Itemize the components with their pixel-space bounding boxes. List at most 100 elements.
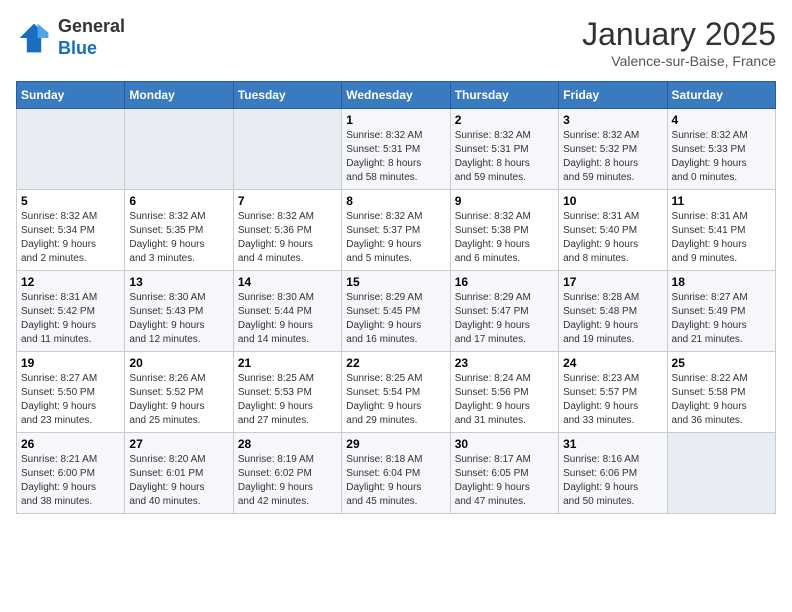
day-number: 24	[563, 356, 662, 370]
day-number: 12	[21, 275, 120, 289]
day-info: Sunrise: 8:26 AM Sunset: 5:52 PM Dayligh…	[129, 372, 228, 428]
day-info: Sunrise: 8:31 AM Sunset: 5:42 PM Dayligh…	[21, 291, 120, 347]
day-info: Sunrise: 8:27 AM Sunset: 5:50 PM Dayligh…	[21, 372, 120, 428]
day-number: 30	[455, 437, 554, 451]
calendar-week-row: 5 Sunrise: 8:32 AM Sunset: 5:34 PM Daylig…	[17, 190, 776, 271]
weekday-header: Friday	[559, 82, 667, 109]
day-info: Sunrise: 8:24 AM Sunset: 5:56 PM Dayligh…	[455, 372, 554, 428]
table-row: 16 Sunrise: 8:29 AM Sunset: 5:47 PM Dayli…	[450, 271, 558, 352]
table-row: 25 Sunrise: 8:22 AM Sunset: 5:58 PM Dayli…	[667, 352, 775, 433]
day-info: Sunrise: 8:32 AM Sunset: 5:31 PM Dayligh…	[455, 129, 554, 185]
table-row: 1Sunrise: 8:32 AM Sunset: 5:31 PM Daylig…	[342, 109, 450, 190]
day-info: Sunrise: 8:19 AM Sunset: 6:02 PM Dayligh…	[238, 453, 337, 509]
table-row	[667, 433, 775, 514]
logo: General Blue	[16, 16, 125, 59]
day-number: 8	[346, 194, 445, 208]
day-number: 28	[238, 437, 337, 451]
day-info: Sunrise: 8:31 AM Sunset: 5:41 PM Dayligh…	[672, 210, 771, 266]
day-info: Sunrise: 8:32 AM Sunset: 5:31 PM Dayligh…	[346, 129, 445, 185]
page-header: General Blue January 2025 Valence-sur-Ba…	[16, 16, 776, 69]
day-number: 6	[129, 194, 228, 208]
day-number: 16	[455, 275, 554, 289]
calendar-week-row: 26 Sunrise: 8:21 AM Sunset: 6:00 PM Dayli…	[17, 433, 776, 514]
table-row: 4 Sunrise: 8:32 AM Sunset: 5:33 PM Daylig…	[667, 109, 775, 190]
table-row: 28 Sunrise: 8:19 AM Sunset: 6:02 PM Dayli…	[233, 433, 341, 514]
day-number: 10	[563, 194, 662, 208]
day-number: 23	[455, 356, 554, 370]
day-info: Sunrise: 8:22 AM Sunset: 5:58 PM Dayligh…	[672, 372, 771, 428]
table-row: 31Sunrise: 8:16 AM Sunset: 6:06 PM Dayli…	[559, 433, 667, 514]
table-row: 10 Sunrise: 8:31 AM Sunset: 5:40 PM Dayli…	[559, 190, 667, 271]
day-info: Sunrise: 8:32 AM Sunset: 5:32 PM Dayligh…	[563, 129, 662, 185]
table-row: 11 Sunrise: 8:31 AM Sunset: 5:41 PM Dayli…	[667, 190, 775, 271]
table-row: 29 Sunrise: 8:18 AM Sunset: 6:04 PM Dayli…	[342, 433, 450, 514]
day-number: 20	[129, 356, 228, 370]
day-number: 3	[563, 113, 662, 127]
day-number: 15	[346, 275, 445, 289]
logo-icon	[16, 20, 52, 56]
day-info: Sunrise: 8:25 AM Sunset: 5:53 PM Dayligh…	[238, 372, 337, 428]
table-row: 7 Sunrise: 8:32 AM Sunset: 5:36 PM Daylig…	[233, 190, 341, 271]
day-info: Sunrise: 8:21 AM Sunset: 6:00 PM Dayligh…	[21, 453, 120, 509]
weekday-header: Sunday	[17, 82, 125, 109]
day-number: 18	[672, 275, 771, 289]
day-info: Sunrise: 8:29 AM Sunset: 5:45 PM Dayligh…	[346, 291, 445, 347]
day-number: 19	[21, 356, 120, 370]
day-number: 29	[346, 437, 445, 451]
day-number: 9	[455, 194, 554, 208]
location-subtitle: Valence-sur-Baise, France	[582, 53, 776, 69]
day-info: Sunrise: 8:25 AM Sunset: 5:54 PM Dayligh…	[346, 372, 445, 428]
day-number: 11	[672, 194, 771, 208]
weekday-header: Tuesday	[233, 82, 341, 109]
day-info: Sunrise: 8:32 AM Sunset: 5:38 PM Dayligh…	[455, 210, 554, 266]
day-number: 26	[21, 437, 120, 451]
weekday-header-row: SundayMondayTuesdayWednesdayThursdayFrid…	[17, 82, 776, 109]
day-number: 17	[563, 275, 662, 289]
day-number: 21	[238, 356, 337, 370]
day-number: 5	[21, 194, 120, 208]
day-number: 27	[129, 437, 228, 451]
day-info: Sunrise: 8:32 AM Sunset: 5:35 PM Dayligh…	[129, 210, 228, 266]
weekday-header: Monday	[125, 82, 233, 109]
table-row: 26 Sunrise: 8:21 AM Sunset: 6:00 PM Dayli…	[17, 433, 125, 514]
day-number: 25	[672, 356, 771, 370]
day-number: 7	[238, 194, 337, 208]
table-row: 6 Sunrise: 8:32 AM Sunset: 5:35 PM Daylig…	[125, 190, 233, 271]
table-row	[17, 109, 125, 190]
calendar-week-row: 1Sunrise: 8:32 AM Sunset: 5:31 PM Daylig…	[17, 109, 776, 190]
day-info: Sunrise: 8:30 AM Sunset: 5:43 PM Dayligh…	[129, 291, 228, 347]
day-info: Sunrise: 8:17 AM Sunset: 6:05 PM Dayligh…	[455, 453, 554, 509]
weekday-header: Wednesday	[342, 82, 450, 109]
table-row: 23 Sunrise: 8:24 AM Sunset: 5:56 PM Dayli…	[450, 352, 558, 433]
table-row: 5 Sunrise: 8:32 AM Sunset: 5:34 PM Daylig…	[17, 190, 125, 271]
table-row: 17 Sunrise: 8:28 AM Sunset: 5:48 PM Dayli…	[559, 271, 667, 352]
table-row: 3 Sunrise: 8:32 AM Sunset: 5:32 PM Daylig…	[559, 109, 667, 190]
calendar-table: SundayMondayTuesdayWednesdayThursdayFrid…	[16, 81, 776, 514]
day-info: Sunrise: 8:30 AM Sunset: 5:44 PM Dayligh…	[238, 291, 337, 347]
table-row: 24 Sunrise: 8:23 AM Sunset: 5:57 PM Dayli…	[559, 352, 667, 433]
day-number: 4	[672, 113, 771, 127]
table-row: 12 Sunrise: 8:31 AM Sunset: 5:42 PM Dayli…	[17, 271, 125, 352]
day-info: Sunrise: 8:29 AM Sunset: 5:47 PM Dayligh…	[455, 291, 554, 347]
day-info: Sunrise: 8:32 AM Sunset: 5:33 PM Dayligh…	[672, 129, 771, 185]
day-number: 22	[346, 356, 445, 370]
day-info: Sunrise: 8:32 AM Sunset: 5:34 PM Dayligh…	[21, 210, 120, 266]
day-info: Sunrise: 8:32 AM Sunset: 5:36 PM Dayligh…	[238, 210, 337, 266]
day-info: Sunrise: 8:28 AM Sunset: 5:48 PM Dayligh…	[563, 291, 662, 347]
day-info: Sunrise: 8:27 AM Sunset: 5:49 PM Dayligh…	[672, 291, 771, 347]
day-info: Sunrise: 8:16 AM Sunset: 6:06 PM Dayligh…	[563, 453, 662, 509]
day-info: Sunrise: 8:32 AM Sunset: 5:37 PM Dayligh…	[346, 210, 445, 266]
day-info: Sunrise: 8:20 AM Sunset: 6:01 PM Dayligh…	[129, 453, 228, 509]
day-info: Sunrise: 8:31 AM Sunset: 5:40 PM Dayligh…	[563, 210, 662, 266]
table-row: 21 Sunrise: 8:25 AM Sunset: 5:53 PM Dayli…	[233, 352, 341, 433]
table-row: 9 Sunrise: 8:32 AM Sunset: 5:38 PM Daylig…	[450, 190, 558, 271]
day-info: Sunrise: 8:18 AM Sunset: 6:04 PM Dayligh…	[346, 453, 445, 509]
table-row: 30 Sunrise: 8:17 AM Sunset: 6:05 PM Dayli…	[450, 433, 558, 514]
day-info: Sunrise: 8:23 AM Sunset: 5:57 PM Dayligh…	[563, 372, 662, 428]
month-title: January 2025	[582, 16, 776, 53]
table-row: 15 Sunrise: 8:29 AM Sunset: 5:45 PM Dayli…	[342, 271, 450, 352]
table-row: 20 Sunrise: 8:26 AM Sunset: 5:52 PM Dayli…	[125, 352, 233, 433]
day-number: 13	[129, 275, 228, 289]
table-row: 27 Sunrise: 8:20 AM Sunset: 6:01 PM Dayli…	[125, 433, 233, 514]
table-row: 19 Sunrise: 8:27 AM Sunset: 5:50 PM Dayli…	[17, 352, 125, 433]
